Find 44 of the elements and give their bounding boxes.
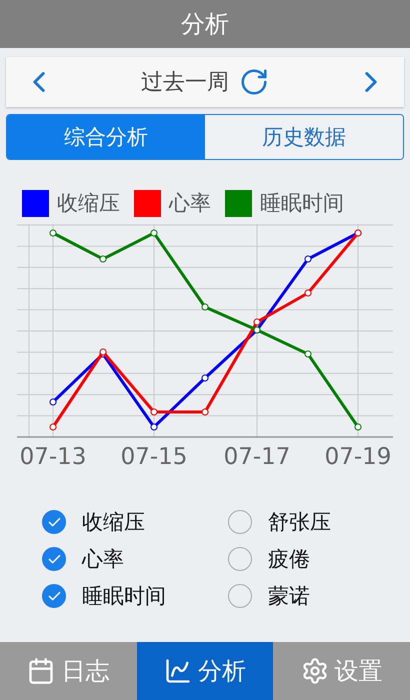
data-point bbox=[304, 256, 312, 262]
line-chart-icon bbox=[164, 657, 192, 685]
checkbox[interactable] bbox=[42, 510, 66, 534]
data-point bbox=[304, 290, 312, 296]
data-point bbox=[150, 424, 158, 430]
refresh-button[interactable] bbox=[239, 67, 269, 97]
option-label: 心率 bbox=[82, 546, 124, 573]
settings-icon bbox=[300, 657, 329, 685]
checkbox[interactable] bbox=[42, 584, 66, 608]
data-point bbox=[304, 350, 312, 358]
screen-title: 分析 bbox=[181, 9, 229, 40]
segment-tab[interactable]: 综合分析 bbox=[7, 115, 205, 159]
option-label: 睡眠时间 bbox=[82, 583, 166, 610]
option-label: 疲倦 bbox=[268, 546, 310, 573]
data-point bbox=[50, 424, 56, 430]
option-label: 蒙诺 bbox=[268, 583, 310, 610]
legend-label: 收缩压 bbox=[57, 190, 120, 217]
x-axis-label: 07-15 bbox=[120, 444, 188, 470]
option-label: 舒张压 bbox=[268, 509, 331, 536]
checkbox[interactable] bbox=[42, 547, 66, 571]
data-point bbox=[202, 374, 208, 382]
x-axis-label: 07-13 bbox=[20, 444, 86, 470]
checkbox[interactable] bbox=[228, 510, 252, 534]
data-point bbox=[50, 230, 56, 236]
legend-label: 睡眠时间 bbox=[260, 190, 344, 217]
data-point bbox=[354, 424, 362, 430]
refresh-icon bbox=[239, 67, 269, 97]
option-label: 收缩压 bbox=[82, 509, 145, 536]
bottom-tab[interactable]: 日志 bbox=[0, 642, 137, 700]
calendar-icon bbox=[27, 657, 56, 685]
data-point bbox=[100, 256, 106, 262]
checkbox[interactable] bbox=[228, 584, 252, 608]
data-point bbox=[150, 230, 158, 236]
checkbox[interactable] bbox=[228, 547, 252, 571]
bottom-tab[interactable]: 分析 bbox=[136, 642, 274, 700]
period-label: 过去一周 bbox=[141, 69, 229, 97]
data-point bbox=[150, 408, 158, 416]
data-point bbox=[50, 398, 56, 406]
x-axis-label: 07-17 bbox=[224, 444, 290, 470]
bottom-tab[interactable]: 设置 bbox=[273, 642, 410, 700]
data-point bbox=[202, 304, 208, 310]
data-point bbox=[202, 408, 208, 416]
x-axis-label: 07-19 bbox=[324, 444, 392, 470]
legend-label: 心率 bbox=[169, 190, 211, 217]
